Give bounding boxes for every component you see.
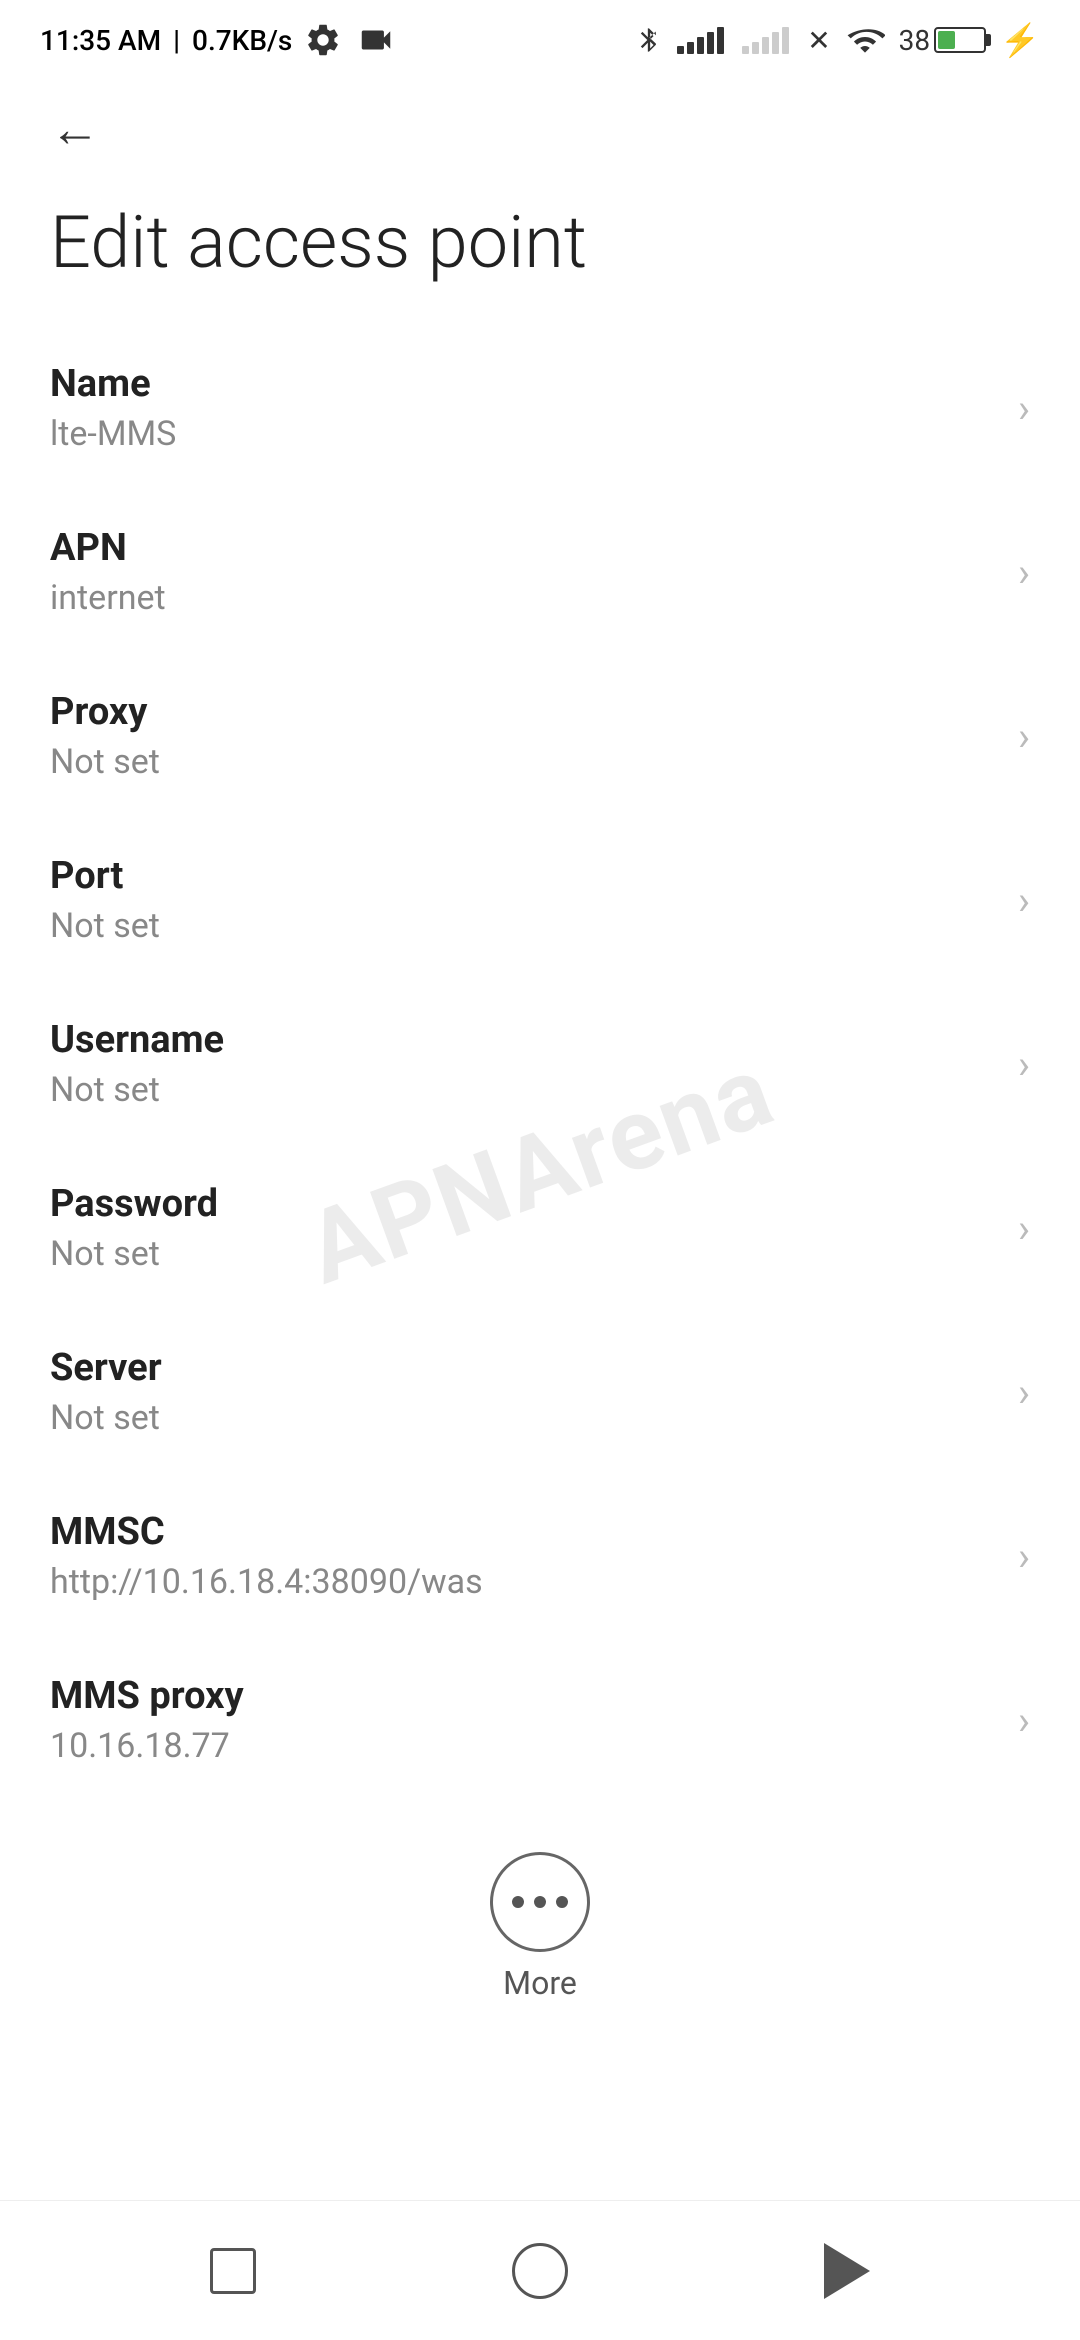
bolt-icon: ⚡: [1000, 21, 1040, 59]
settings-item-content-password: Password Not set: [50, 1182, 998, 1274]
settings-icon: [304, 21, 342, 59]
settings-value-proxy: Not set: [50, 742, 998, 782]
settings-item-content-name: Name lte-MMS: [50, 362, 998, 454]
chevron-right-icon-name: ›: [1018, 385, 1030, 432]
more-dots-icon: [512, 1896, 568, 1908]
chevron-right-icon-mmsc: ›: [1018, 1533, 1030, 1580]
chevron-right-icon-server: ›: [1018, 1369, 1030, 1416]
chevron-right-icon-apn: ›: [1018, 549, 1030, 596]
list-item-mms-proxy[interactable]: MMS proxy 10.16.18.77 ›: [0, 1638, 1080, 1802]
settings-item-content-username: Username Not set: [50, 1018, 998, 1110]
settings-label-proxy: Proxy: [50, 690, 998, 734]
dot-2: [534, 1896, 546, 1908]
nav-back-button[interactable]: [807, 2231, 887, 2311]
settings-label-apn: APN: [50, 526, 998, 570]
chevron-right-icon-mms-proxy: ›: [1018, 1697, 1030, 1744]
settings-label-name: Name: [50, 362, 998, 406]
time-display: 11:35 AM: [40, 24, 161, 57]
settings-label-mmsc: MMSC: [50, 1510, 998, 1554]
camera-icon: [354, 21, 398, 59]
list-item-server[interactable]: Server Not set ›: [0, 1310, 1080, 1474]
settings-item-content-mms-proxy: MMS proxy 10.16.18.77: [50, 1674, 998, 1766]
no-signal-icon: ✕: [807, 24, 830, 57]
status-right: ✕ 38 ⚡: [635, 21, 1040, 59]
wifi-icon: [845, 21, 885, 59]
settings-value-server: Not set: [50, 1398, 998, 1438]
chevron-right-icon-proxy: ›: [1018, 713, 1030, 760]
list-item-mmsc[interactable]: MMSC http://10.16.18.4:38090/was ›: [0, 1474, 1080, 1638]
nav-bar: [0, 2200, 1080, 2340]
settings-list: Name lte-MMS › APN internet › Proxy Not …: [0, 326, 1080, 1802]
battery-indicator: 38: [899, 24, 986, 57]
speed-display: |: [173, 24, 180, 57]
back-arrow-icon: ←: [50, 105, 100, 155]
more-label: More: [503, 1964, 577, 2002]
list-item-proxy[interactable]: Proxy Not set ›: [0, 654, 1080, 818]
status-left: 11:35 AM | 0.7KB/s: [40, 21, 398, 59]
settings-item-content-apn: APN internet: [50, 526, 998, 618]
list-item-apn[interactable]: APN internet ›: [0, 490, 1080, 654]
battery-fill: [938, 31, 955, 49]
settings-value-mms-proxy: 10.16.18.77: [50, 1726, 998, 1766]
network-speed: 0.7KB/s: [192, 24, 292, 57]
settings-item-content-server: Server Not set: [50, 1346, 998, 1438]
chevron-right-icon-password: ›: [1018, 1205, 1030, 1252]
settings-label-server: Server: [50, 1346, 998, 1390]
settings-value-port: Not set: [50, 906, 998, 946]
more-button-section: More: [0, 1822, 1080, 2032]
list-item-username[interactable]: Username Not set ›: [0, 982, 1080, 1146]
nav-recents-button[interactable]: [193, 2231, 273, 2311]
settings-value-mmsc: http://10.16.18.4:38090/was: [50, 1562, 998, 1602]
settings-label-username: Username: [50, 1018, 998, 1062]
signal-bars-1: [677, 26, 724, 54]
chevron-right-icon-port: ›: [1018, 877, 1030, 924]
chevron-right-icon-username: ›: [1018, 1041, 1030, 1088]
settings-value-password: Not set: [50, 1234, 998, 1274]
settings-label-port: Port: [50, 854, 998, 898]
home-icon: [512, 2243, 568, 2299]
bluetooth-icon: [635, 21, 663, 59]
signal-bars-2: [742, 26, 789, 54]
settings-value-name: lte-MMS: [50, 414, 998, 454]
dot-3: [556, 1896, 568, 1908]
list-item-name[interactable]: Name lte-MMS ›: [0, 326, 1080, 490]
settings-value-apn: internet: [50, 578, 998, 618]
page-title: Edit access point: [50, 200, 1030, 286]
settings-value-username: Not set: [50, 1070, 998, 1110]
back-icon: [824, 2243, 870, 2299]
settings-label-mms-proxy: MMS proxy: [50, 1674, 998, 1718]
header: ←: [0, 80, 1080, 180]
list-item-password[interactable]: Password Not set ›: [0, 1146, 1080, 1310]
status-bar: 11:35 AM | 0.7KB/s ✕: [0, 0, 1080, 80]
back-button[interactable]: ←: [40, 95, 110, 165]
settings-item-content-proxy: Proxy Not set: [50, 690, 998, 782]
dot-1: [512, 1896, 524, 1908]
page-title-section: Edit access point: [0, 180, 1080, 326]
more-button[interactable]: [490, 1852, 590, 1952]
list-item-port[interactable]: Port Not set ›: [0, 818, 1080, 982]
settings-item-content-port: Port Not set: [50, 854, 998, 946]
settings-item-content-mmsc: MMSC http://10.16.18.4:38090/was: [50, 1510, 998, 1602]
nav-home-button[interactable]: [500, 2231, 580, 2311]
settings-label-password: Password: [50, 1182, 998, 1226]
recents-icon: [210, 2248, 256, 2294]
battery-box: [934, 27, 986, 53]
